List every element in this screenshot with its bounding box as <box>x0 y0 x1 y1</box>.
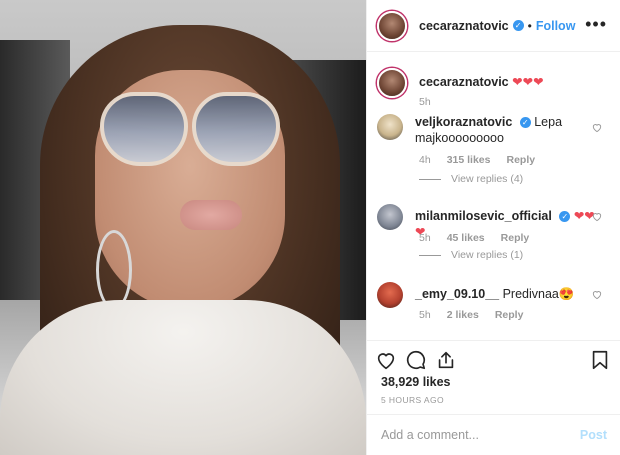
follow-button[interactable]: Follow <box>536 19 576 33</box>
commenter-avatar[interactable] <box>377 204 403 230</box>
comment-likes[interactable]: 315 likes <box>447 154 491 166</box>
comments-section: cecaraznatovic ❤❤❤ 5h veljkoraznatovic ✓… <box>367 52 620 340</box>
photo-sweater <box>0 300 366 455</box>
comment-like-heart-icon[interactable] <box>591 122 603 133</box>
comment-meta: 5h 2 likes Reply <box>419 309 523 321</box>
view-replies-line <box>419 254 441 256</box>
bookmark-icon[interactable] <box>589 349 611 371</box>
separator-dot: • <box>527 18 532 33</box>
photo-lips <box>180 200 242 230</box>
caption-text: ❤❤❤ <box>512 75 544 89</box>
comment-age[interactable]: 4h <box>419 154 431 166</box>
view-replies-label: View replies (1) <box>451 249 524 261</box>
caption-age[interactable]: 5h <box>419 96 431 108</box>
caption-username[interactable]: cecaraznatovic <box>419 75 509 89</box>
photo-sunglasses-right <box>192 92 280 166</box>
post-actions <box>367 340 620 378</box>
author-username[interactable]: cecaraznatovic <box>419 19 509 33</box>
view-replies-line <box>419 178 441 180</box>
post-button[interactable]: Post <box>580 428 607 442</box>
view-replies-label: View replies (4) <box>451 173 524 185</box>
verified-icon: ✓ <box>512 20 524 31</box>
comment-meta: 5h 45 likes Reply <box>419 232 529 244</box>
comment-row: veljkoraznatovic ✓ Lepa majkooooooooo <box>377 114 617 146</box>
photo-earring <box>96 230 132 310</box>
comment-username[interactable]: _emy_09.10__ <box>415 287 499 301</box>
share-icon[interactable] <box>435 349 457 371</box>
caption-avatar[interactable] <box>377 68 407 98</box>
comment-input[interactable]: Add a comment... <box>381 428 479 442</box>
comment-likes[interactable]: 45 likes <box>447 232 485 244</box>
comment-age[interactable]: 5h <box>419 232 431 244</box>
author-avatar[interactable] <box>377 10 407 41</box>
caption-meta: 5h <box>419 96 431 108</box>
reply-button[interactable]: Reply <box>506 154 535 166</box>
post-side-panel: cecaraznatovic ✓ • Follow ••• cecaraznat… <box>366 0 620 455</box>
comment-icon[interactable] <box>405 349 427 371</box>
verified-icon: ✓ <box>559 211 571 223</box>
comment-row: _emy_09.10__ Predivnaa😍 <box>377 282 617 308</box>
comment-likes[interactable]: 2 likes <box>447 309 479 321</box>
comment-username[interactable]: milanmilosevic_official <box>415 209 552 223</box>
post-time[interactable]: 5 HOURS AGO <box>381 395 444 405</box>
add-comment-bar: Add a comment... Post <box>367 414 620 455</box>
comment-age[interactable]: 5h <box>419 309 431 321</box>
verified-icon: ✓ <box>519 117 531 129</box>
view-replies-button[interactable]: View replies (1) <box>419 249 523 261</box>
post-header: cecaraznatovic ✓ • Follow ••• <box>367 0 620 52</box>
commenter-avatar[interactable] <box>377 282 403 308</box>
heart-icon[interactable] <box>375 349 397 371</box>
commenter-avatar[interactable] <box>377 114 403 140</box>
comment-meta: 4h 315 likes Reply <box>419 154 535 166</box>
photo-sunglasses-left <box>100 92 188 166</box>
post-photo[interactable] <box>0 0 366 455</box>
comment-like-heart-icon[interactable] <box>591 211 603 222</box>
comment-like-heart-icon[interactable] <box>591 289 603 300</box>
comment-text: Predivnaa😍 <box>502 287 575 301</box>
likes-count[interactable]: 38,929 likes <box>381 375 451 389</box>
caption-row: cecaraznatovic ❤❤❤ <box>377 68 617 98</box>
reply-button[interactable]: Reply <box>495 309 524 321</box>
comment-username[interactable]: veljkoraznatovic <box>415 115 512 129</box>
more-icon[interactable]: ••• <box>585 14 607 35</box>
view-replies-button[interactable]: View replies (4) <box>419 173 523 185</box>
reply-button[interactable]: Reply <box>501 232 530 244</box>
